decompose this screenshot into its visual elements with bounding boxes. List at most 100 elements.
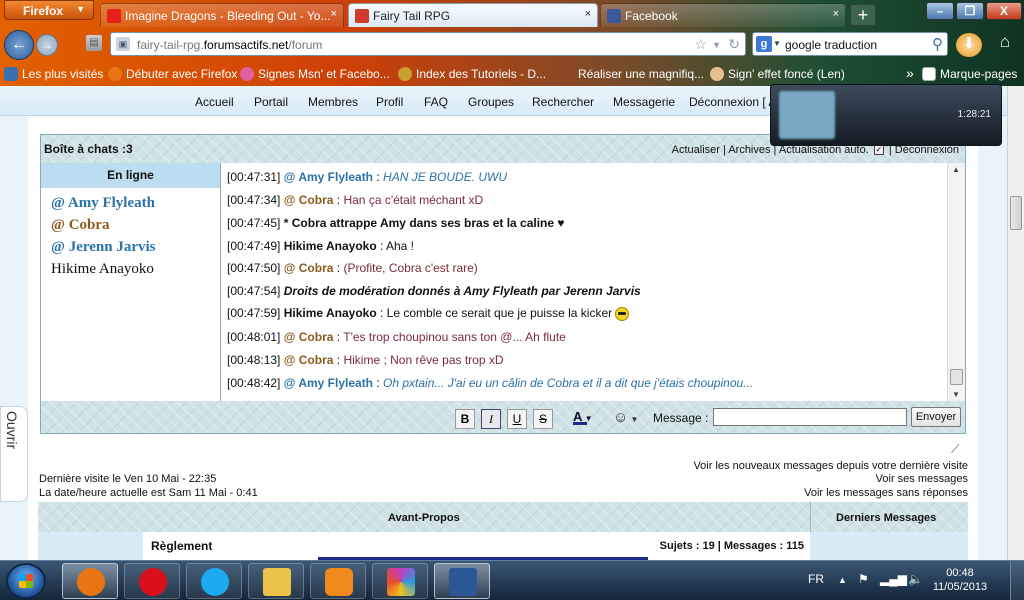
- show-hidden-icons-icon[interactable]: ▲: [838, 575, 847, 585]
- search-bar[interactable]: g ▼ google traduction ⚲: [752, 32, 948, 56]
- taskbar-app-media-player[interactable]: [310, 563, 366, 599]
- bookmark-item[interactable]: Signes Msn' et Facebo...: [240, 67, 390, 81]
- nav-profil[interactable]: Profil: [376, 95, 403, 109]
- system-clock[interactable]: 00:48 11/05/2013: [930, 566, 990, 594]
- last-messages-label: Derniers Messages: [836, 512, 937, 524]
- bookmark-item[interactable]: Les plus visités: [4, 67, 103, 81]
- url-bar[interactable]: ▣ fairy-tail-rpg.forumsactifs.net/forum …: [110, 32, 746, 56]
- category-title[interactable]: Avant-Propos: [388, 512, 460, 524]
- home-icon[interactable]: ⌂: [992, 32, 1018, 56]
- bookmark-label: Réaliser une magnifiq...: [578, 67, 705, 81]
- link-new-messages[interactable]: Voir les nouveaux messages depuis votre …: [693, 460, 968, 472]
- nav-faq[interactable]: FAQ: [424, 95, 448, 109]
- site-identity-icon[interactable]: ▣: [116, 37, 130, 51]
- bookmark-item[interactable]: Sign' effet foncé (Len): [710, 67, 845, 81]
- bold-button[interactable]: B: [455, 409, 475, 429]
- new-tab-button[interactable]: +: [850, 4, 876, 26]
- firefox-menu-button[interactable]: Firefox ▼: [4, 0, 94, 20]
- clock-time: 00:48: [946, 567, 974, 579]
- nav-accueil[interactable]: Accueil: [195, 95, 234, 109]
- nav-rechercher[interactable]: Rechercher: [532, 95, 594, 109]
- chat-messages: [00:47:31] @ Amy Flyleath : HAN JE BOUDE…: [222, 163, 945, 401]
- italic-button[interactable]: I: [481, 409, 501, 429]
- download-icon[interactable]: ⬇: [956, 33, 982, 57]
- minimize-button[interactable]: –: [926, 2, 954, 20]
- forum-stats: Sujets : 19 | Messages : 115: [659, 540, 804, 552]
- forum-content: Boîte à chats :3 Actualiser | Archives |…: [28, 116, 978, 560]
- bookmark-item[interactable]: Réaliser une magnifiq...: [560, 67, 704, 81]
- star-icon: [4, 67, 18, 81]
- send-button[interactable]: Envoyer: [911, 407, 961, 427]
- firefox-icon: [77, 568, 105, 596]
- volume-icon[interactable]: 🔈: [908, 572, 923, 586]
- language-indicator[interactable]: FR: [808, 572, 824, 586]
- windows-logo-icon: [19, 574, 33, 588]
- action-center-icon[interactable]: ⚑: [858, 572, 869, 586]
- close-icon[interactable]: ×: [833, 8, 839, 20]
- message-input[interactable]: [713, 408, 907, 426]
- online-user[interactable]: @ Amy Flyleath: [51, 195, 155, 212]
- underline-button[interactable]: U: [507, 409, 527, 429]
- tab-fairy-tail-rpg[interactable]: Fairy Tail RPG ×: [348, 3, 598, 27]
- page-scrollbar-thumb[interactable]: [1010, 196, 1022, 230]
- taskbar-app-opera[interactable]: [124, 563, 180, 599]
- close-icon[interactable]: ×: [331, 8, 337, 20]
- nav-portail[interactable]: Portail: [254, 95, 288, 109]
- maximize-button[interactable]: ❐: [956, 2, 984, 20]
- more-bookmarks-chevron-icon[interactable]: »: [906, 65, 914, 81]
- reload-icon[interactable]: ↻: [728, 36, 740, 53]
- taskbar-app-word[interactable]: [434, 563, 490, 599]
- back-button[interactable]: ←: [4, 30, 34, 60]
- nav-membres[interactable]: Membres: [308, 95, 358, 109]
- chat-scrollbar[interactable]: ▲ ▼: [947, 163, 965, 401]
- resize-handle-icon[interactable]: ⟋: [951, 442, 959, 457]
- page-scrollbar[interactable]: [1007, 86, 1024, 560]
- online-user[interactable]: @ Cobra: [51, 217, 110, 234]
- bookmarks-menu-label: Marque-pages: [940, 67, 1018, 81]
- online-user[interactable]: @ Jerenn Jarvis: [51, 239, 156, 256]
- url-text[interactable]: fairy-tail-rpg.forumsactifs.net/forum: [137, 38, 322, 52]
- forward-button[interactable]: →: [36, 34, 58, 56]
- close-icon[interactable]: ×: [585, 8, 591, 20]
- bird-icon: [398, 67, 412, 81]
- forum-name[interactable]: Règlement: [151, 539, 212, 553]
- scroll-down-icon[interactable]: ▼: [952, 390, 960, 399]
- start-button[interactable]: [6, 563, 46, 599]
- history-dropdown-icon[interactable]: ▼: [712, 40, 721, 50]
- taskbar-app-skype[interactable]: [186, 563, 242, 599]
- auto-refresh-checkbox[interactable]: ✓: [873, 145, 884, 156]
- link-my-messages[interactable]: Voir ses messages: [876, 473, 968, 485]
- close-window-button[interactable]: X: [986, 2, 1022, 20]
- nav-messagerie[interactable]: Messagerie: [613, 95, 675, 109]
- chevron-down-icon[interactable]: ▼: [773, 39, 781, 48]
- video-thumbnail-popup[interactable]: 1:28:21: [770, 84, 1002, 146]
- taskbar-app-explorer[interactable]: [248, 563, 304, 599]
- bookmarks-menu[interactable]: Marque-pages: [922, 67, 1017, 81]
- tab-facebook[interactable]: Facebook ×: [600, 3, 846, 27]
- show-desktop-button[interactable]: [1010, 561, 1024, 600]
- bookmark-item[interactable]: Index des Tutoriels - D...: [398, 67, 546, 81]
- scrollbar-thumb[interactable]: [950, 369, 963, 385]
- search-input[interactable]: google traduction: [785, 38, 877, 52]
- online-user[interactable]: Hikime Anayoko: [51, 261, 154, 278]
- smiley-icon: ☺: [613, 409, 629, 426]
- arrow-right-icon: →: [41, 38, 53, 52]
- search-icon[interactable]: ⚲: [932, 35, 943, 53]
- open-side-panel-tab[interactable]: Ouvrir: [0, 406, 28, 502]
- taskbar-app-movie-studio[interactable]: [372, 563, 428, 599]
- link-unanswered[interactable]: Voir les messages sans réponses: [804, 487, 968, 499]
- strike-button[interactable]: S: [533, 409, 553, 429]
- taskbar-app-firefox[interactable]: [62, 563, 118, 599]
- tab-youtube[interactable]: Imagine Dragons - Bleeding Out - Yo... ×: [100, 3, 344, 27]
- network-icon[interactable]: ▂▄▆: [880, 572, 907, 586]
- google-icon[interactable]: g: [756, 36, 772, 52]
- firefox-icon: [108, 67, 122, 81]
- scroll-up-icon[interactable]: ▲: [952, 165, 960, 174]
- media-player-icon: [325, 568, 353, 596]
- bookmark-item[interactable]: Débuter avec Firefox: [108, 67, 237, 81]
- bookmark-star-icon[interactable]: ☆: [694, 36, 707, 53]
- feed-icon[interactable]: ▤: [86, 35, 102, 51]
- smiley-button[interactable]: ☺ ▼: [613, 409, 638, 426]
- nav-groupes[interactable]: Groupes: [468, 95, 514, 109]
- text-color-button[interactable]: A ▼: [573, 409, 593, 425]
